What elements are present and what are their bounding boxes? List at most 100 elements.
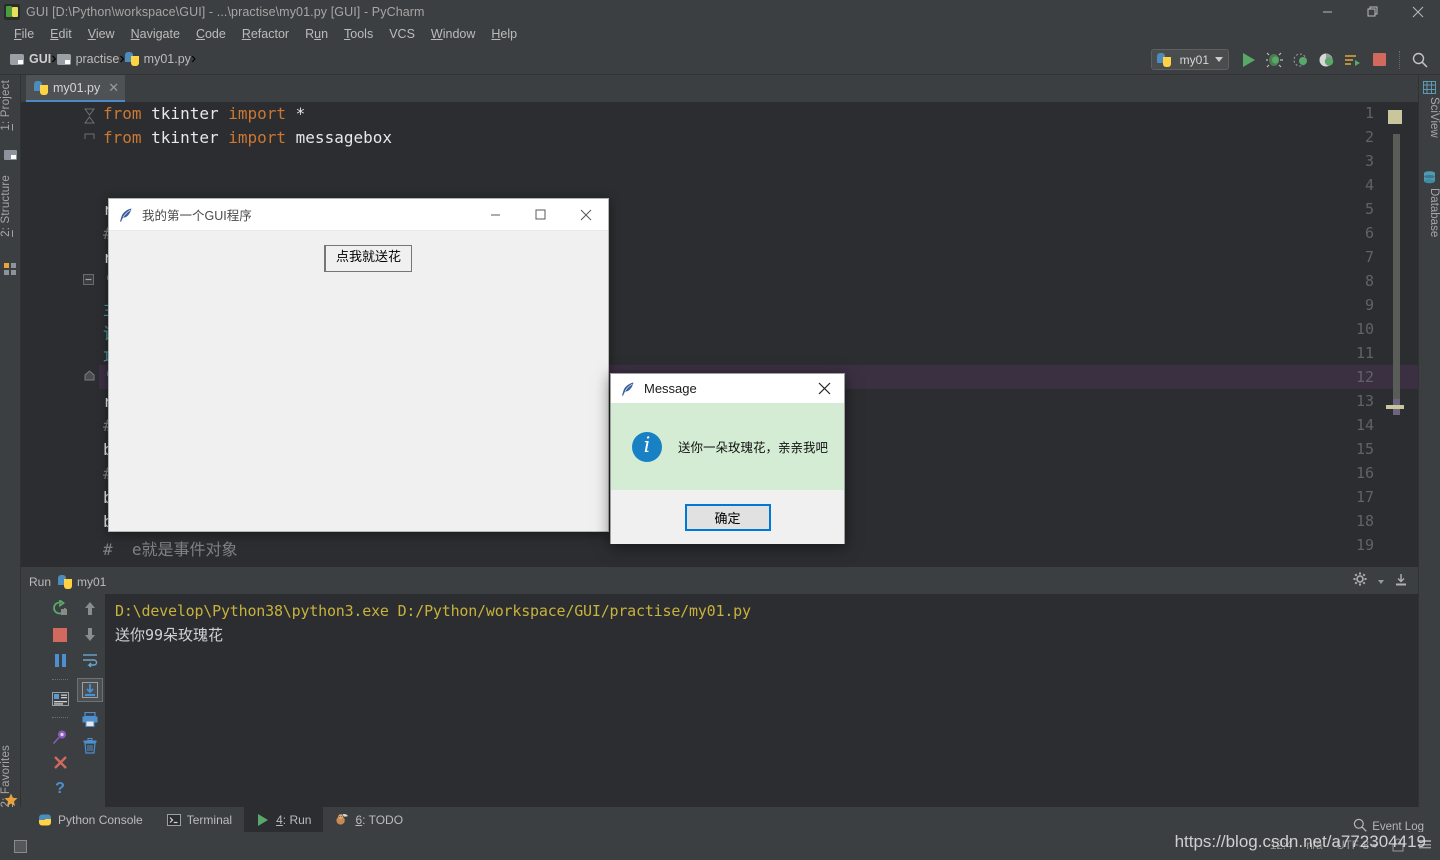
message-dialog-title: Message xyxy=(644,381,697,396)
fold-marker-icon[interactable] xyxy=(83,108,95,124)
terminal-icon xyxy=(166,813,181,827)
tkinter-main-window[interactable]: 我的第一个GUI程序 点我就送花 xyxy=(108,198,609,532)
stop-button[interactable] xyxy=(1367,48,1391,72)
rerun-icon[interactable] xyxy=(52,600,69,617)
profile-button[interactable] xyxy=(1315,48,1339,72)
minimize-icon[interactable] xyxy=(1305,0,1350,23)
run-left-actions: ? xyxy=(45,594,75,815)
sidebar-item-structure[interactable]: 2: Structure xyxy=(0,175,21,237)
hide-icon[interactable] xyxy=(1394,573,1408,592)
run-console-output[interactable]: D:\develop\Python38\python3.exe D:/Pytho… xyxy=(105,594,1418,815)
scroll-up-icon[interactable] xyxy=(82,600,99,617)
close-icon[interactable] xyxy=(1395,0,1440,23)
fold-end-icon[interactable] xyxy=(83,370,95,382)
sidebar-item-project[interactable]: 1: Project xyxy=(0,80,21,131)
console-command-line: D:\develop\Python38\python3.exe D:/Pytho… xyxy=(115,602,751,620)
chevron-down-icon xyxy=(1215,57,1223,62)
maximize-icon[interactable] xyxy=(518,199,563,231)
message-dialog[interactable]: Message i 送你一朵玫瑰花，亲亲我吧 确定 xyxy=(610,373,845,544)
scroll-to-end-icon[interactable] xyxy=(77,678,103,702)
stop-icon[interactable] xyxy=(52,626,69,643)
editor-marker-top[interactable] xyxy=(1388,110,1402,124)
code-line-19: # e就是事件对象 xyxy=(103,540,238,559)
sciview-icon xyxy=(1423,81,1436,94)
coverage-button[interactable] xyxy=(1289,48,1313,72)
bottom-tab-run[interactable]: 4: Run xyxy=(244,807,324,832)
close-icon[interactable] xyxy=(563,199,608,231)
window-titlebar: GUI [D:\Python\workspace\GUI] - ...\prac… xyxy=(0,0,1440,23)
window-controls xyxy=(1305,0,1440,23)
code-line-2: from tkinter import messagebox xyxy=(103,128,392,147)
close-icon[interactable] xyxy=(804,374,844,403)
breadcrumb-item-gui[interactable]: GUI xyxy=(10,52,51,66)
caret-position[interactable]: 12:4 xyxy=(1270,840,1292,852)
menu-file[interactable]: File xyxy=(6,25,42,43)
debug-button[interactable] xyxy=(1263,48,1287,72)
minimize-icon[interactable] xyxy=(473,199,518,231)
chevron-down-icon[interactable] xyxy=(1378,580,1384,584)
pin-icon[interactable] xyxy=(52,728,69,745)
tkinter-feather-icon xyxy=(620,381,636,397)
bottom-tab-terminal[interactable]: Terminal xyxy=(155,807,244,832)
console-icon[interactable] xyxy=(51,690,69,707)
bottom-tab-label: 4: Run xyxy=(276,812,312,827)
menu-run[interactable]: Run xyxy=(297,25,336,43)
menu-code[interactable]: Code xyxy=(188,25,234,43)
run-header-actions xyxy=(1353,572,1418,592)
menu-navigate[interactable]: Navigate xyxy=(123,25,188,43)
editor-marker-caret[interactable] xyxy=(1386,405,1404,409)
message-dialog-footer: 确定 xyxy=(611,490,844,544)
tkinter-window-body: 点我就送花 xyxy=(109,231,608,531)
lock-icon[interactable] xyxy=(1392,838,1404,855)
editor-tab-my01[interactable]: my01.py ✕ xyxy=(26,75,126,102)
pycharm-app-icon xyxy=(4,3,20,20)
sidebar-item-sciview[interactable]: SciView xyxy=(1418,97,1440,138)
fold-marker-icon[interactable] xyxy=(83,132,95,144)
right-tool-stripe: SciView Database xyxy=(1418,75,1440,860)
close-icon[interactable]: ✕ xyxy=(108,81,119,94)
tkinter-window-titlebar: 我的第一个GUI程序 xyxy=(109,199,608,231)
tkinter-window-title: 我的第一个GUI程序 xyxy=(142,209,252,223)
scroll-down-icon[interactable] xyxy=(82,626,99,643)
menu-tools[interactable]: Tools xyxy=(336,25,381,43)
menu-refactor[interactable]: Refactor xyxy=(234,25,297,43)
run-button[interactable] xyxy=(1237,48,1261,72)
status-indicator-icon[interactable] xyxy=(14,839,27,853)
line-separator[interactable]: n/a xyxy=(1306,840,1322,852)
main-toolbar: my01 xyxy=(1150,44,1432,75)
run-with-console-button[interactable] xyxy=(1341,48,1365,72)
trash-icon[interactable] xyxy=(82,737,99,754)
ok-button[interactable]: 确定 xyxy=(684,503,771,531)
settings-gear-icon[interactable] xyxy=(1353,572,1368,592)
help-icon[interactable]: ? xyxy=(52,780,69,797)
bottom-tab-todo[interactable]: 6: TODO xyxy=(323,807,415,832)
run-configuration-selector[interactable]: my01 xyxy=(1150,49,1229,70)
fold-collapse-icon[interactable] xyxy=(83,274,95,286)
print-icon[interactable] xyxy=(82,711,99,728)
bottom-tab-mnemonic: 4 xyxy=(276,812,283,827)
python-console-icon xyxy=(38,813,52,827)
sidebar-item-database[interactable]: Database xyxy=(1418,188,1440,237)
menu-vcs[interactable]: VCS xyxy=(381,25,423,43)
file-encoding[interactable]: UTF-8 xyxy=(1336,840,1378,852)
hide-icon[interactable] xyxy=(1418,838,1432,855)
menu-window[interactable]: Window xyxy=(423,25,483,43)
menu-help[interactable]: Help xyxy=(483,25,525,43)
maximize-icon[interactable] xyxy=(1350,0,1395,23)
menu-view[interactable]: View xyxy=(80,25,123,43)
message-dialog-titlebar: Message xyxy=(611,374,844,403)
breadcrumb-item-practise[interactable]: practise xyxy=(56,52,119,66)
favorites-star-icon xyxy=(4,793,18,806)
message-dialog-text: 送你一朵玫瑰花，亲亲我吧 xyxy=(678,440,829,455)
editor-scrollbar[interactable] xyxy=(1393,134,1400,399)
wrap-text-icon[interactable] xyxy=(82,652,99,669)
pause-icon[interactable] xyxy=(52,652,69,669)
breadcrumb-item-file[interactable]: my01.py xyxy=(124,52,191,66)
editor-gutter[interactable] xyxy=(21,102,99,567)
bottom-tab-python-console[interactable]: Python Console xyxy=(26,807,155,832)
run-tool-header: Run my01 xyxy=(21,570,1418,594)
search-everywhere-icon[interactable] xyxy=(1408,48,1432,72)
send-flower-button[interactable]: 点我就送花 xyxy=(324,245,413,273)
close-icon[interactable] xyxy=(52,754,69,771)
menu-edit[interactable]: Edit xyxy=(42,25,80,43)
